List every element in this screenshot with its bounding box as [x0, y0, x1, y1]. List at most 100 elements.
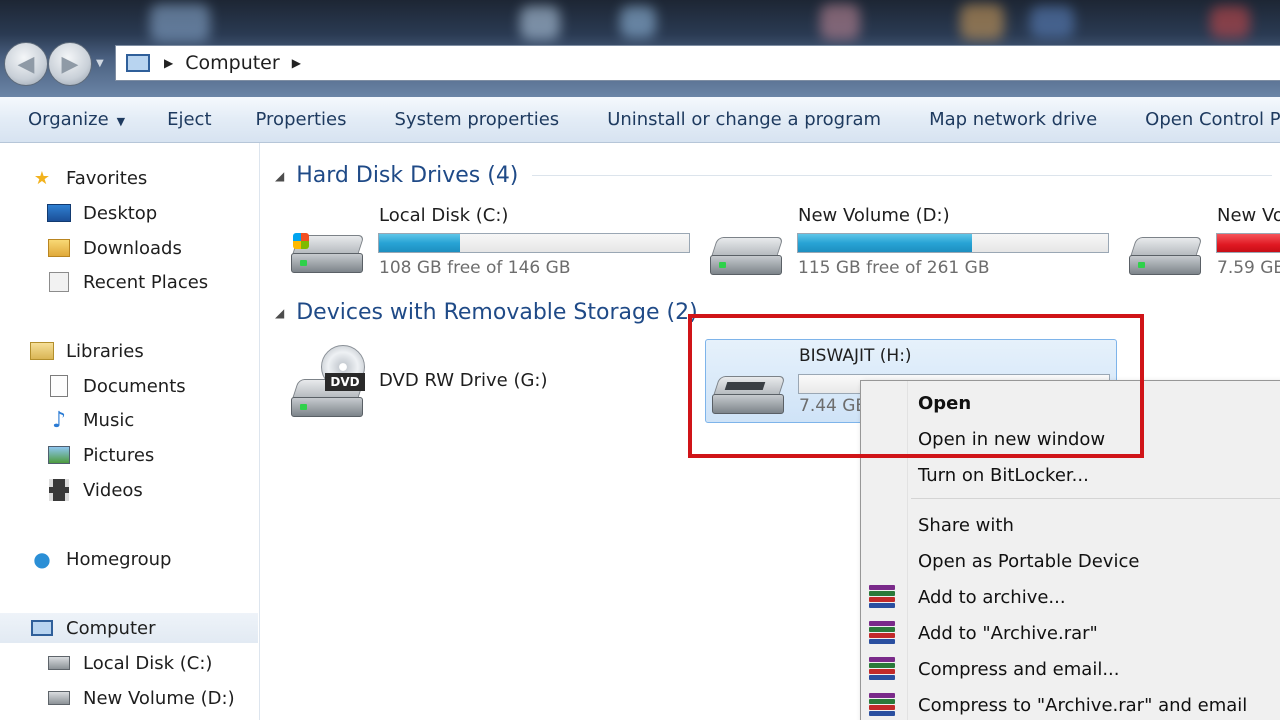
nav-label: Computer	[66, 617, 156, 639]
collapse-triangle-icon[interactable]: ◢	[275, 169, 284, 183]
blurred-taskbar-icon	[820, 4, 860, 40]
organize-button[interactable]: Organize ▼	[0, 109, 125, 130]
nav-recent-places[interactable]: Recent Places	[47, 267, 208, 297]
drive-tile-dvd-g[interactable]: DVD DVD RW Drive (G:)	[291, 343, 611, 423]
navigation-pane: ★ Favorites Desktop Downloads Recent Plac…	[0, 143, 260, 720]
window-titlebar: ◀ ▶ ▼ ▶ Computer ▶	[0, 0, 1280, 97]
nav-homegroup[interactable]: ● Homegroup	[30, 544, 171, 574]
nav-documents[interactable]: Documents	[47, 371, 186, 401]
nav-label: Desktop	[83, 202, 158, 224]
documents-icon	[47, 375, 71, 397]
address-bar[interactable]: ▶ Computer ▶	[115, 45, 1280, 81]
menu-item-add-to-archive[interactable]: Add to archive...	[861, 580, 1280, 614]
menu-item-label: Share with	[918, 514, 1014, 536]
winrar-icon	[869, 693, 895, 717]
nav-libraries[interactable]: Libraries	[30, 336, 144, 366]
menu-item-portable-device[interactable]: Open as Portable Device	[861, 544, 1280, 578]
breadcrumb-computer[interactable]: Computer	[185, 52, 279, 74]
star-icon: ★	[33, 167, 51, 189]
drive-usage-fill	[1217, 234, 1280, 252]
nav-label: Recent Places	[83, 271, 209, 293]
hard-drive-icon	[1129, 231, 1205, 277]
properties-button[interactable]: Properties	[234, 109, 347, 130]
drive-name: DVD RW Drive (G:)	[379, 370, 548, 391]
collapse-triangle-icon[interactable]: ◢	[275, 306, 284, 320]
hard-drive-icon	[47, 687, 71, 709]
open-control-panel-button[interactable]: Open Control Pa	[1119, 109, 1280, 130]
nav-label: Music	[83, 409, 135, 431]
windows-logo-icon	[293, 233, 309, 249]
blurred-taskbar-icon	[1210, 6, 1250, 38]
drive-usage-fill	[379, 234, 460, 252]
forward-button[interactable]: ▶	[48, 42, 92, 86]
libraries-icon	[30, 340, 54, 362]
breadcrumb-arrow-icon[interactable]: ▶	[292, 56, 301, 70]
music-note-icon: ♪	[51, 407, 67, 433]
computer-icon	[126, 54, 150, 72]
drive-free-space: 108 GB free of 146 GB	[379, 258, 571, 278]
menu-item-share-with[interactable]: Share with	[861, 508, 1280, 542]
nav-computer[interactable]: Computer	[0, 613, 258, 643]
nav-desktop[interactable]: Desktop	[47, 198, 157, 228]
group-title: Hard Disk Drives (4)	[296, 163, 519, 188]
highlight-annotation-box	[688, 314, 1144, 458]
nav-downloads[interactable]: Downloads	[47, 233, 182, 263]
menu-item-label: Open as Portable Device	[918, 550, 1140, 572]
nav-label: New Volume (D:)	[83, 687, 235, 709]
menu-item-compress-email[interactable]: Compress and email...	[861, 652, 1280, 686]
drive-usage-fill	[798, 234, 972, 252]
menu-item-compress-rar-email[interactable]: Compress to "Archive.rar" and email	[861, 688, 1280, 720]
pictures-icon	[47, 444, 71, 466]
drive-tile-c[interactable]: Local Disk (C:) 108 GB free of 146 GB	[291, 203, 691, 283]
hard-drive-windows-icon	[291, 229, 367, 275]
drive-name: New Volume (D:)	[798, 205, 950, 226]
uninstall-program-button[interactable]: Uninstall or change a program	[581, 109, 881, 130]
eject-button[interactable]: Eject	[147, 109, 211, 130]
group-header-removable[interactable]: ◢ Devices with Removable Storage (2)	[275, 300, 698, 325]
hard-drive-icon	[710, 231, 786, 277]
nav-new-volume-d[interactable]: New Volume (D:)	[47, 683, 235, 713]
drive-name: Local Disk (C:)	[379, 205, 509, 226]
blurred-taskbar-icon	[520, 6, 560, 40]
drive-usage-bar	[378, 233, 690, 253]
blurred-taskbar-icon	[150, 4, 210, 42]
menu-item-bitlocker[interactable]: Turn on BitLocker...	[861, 458, 1280, 492]
nav-favorites[interactable]: ★ Favorites	[30, 163, 147, 193]
drive-usage-bar	[797, 233, 1109, 253]
command-bar: Organize ▼ Eject Properties System proper…	[0, 97, 1280, 143]
menu-item-label: Turn on BitLocker...	[918, 464, 1089, 486]
drive-tile-e[interactable]: New Vo 7.59 GB	[1129, 203, 1280, 283]
videos-filmstrip-icon	[47, 479, 71, 501]
history-dropdown-icon[interactable]: ▼	[96, 58, 104, 69]
blurred-taskbar-icon	[620, 6, 656, 38]
nav-music[interactable]: ♪ Music	[47, 405, 134, 435]
computer-icon	[30, 617, 54, 639]
nav-label: Documents	[83, 375, 186, 397]
nav-label: Homegroup	[66, 548, 172, 570]
nav-label: Local Disk (C:)	[83, 652, 213, 674]
drive-name: New Vo	[1217, 205, 1280, 226]
drive-free-space: 115 GB free of 261 GB	[798, 258, 990, 278]
map-network-drive-button[interactable]: Map network drive	[903, 109, 1097, 130]
winrar-icon	[869, 585, 895, 609]
nav-label: Downloads	[83, 237, 182, 259]
homegroup-icon: ●	[33, 547, 51, 571]
nav-local-disk-c[interactable]: Local Disk (C:)	[47, 648, 212, 678]
system-properties-button[interactable]: System properties	[368, 109, 559, 130]
nav-label: Videos	[83, 479, 143, 501]
nav-label: Pictures	[83, 444, 155, 466]
blurred-taskbar-icon	[1030, 6, 1074, 38]
back-button[interactable]: ◀	[4, 42, 48, 86]
group-title: Devices with Removable Storage (2)	[296, 300, 698, 325]
nav-label: Favorites	[66, 167, 148, 189]
back-arrow-icon: ◀	[17, 51, 35, 77]
menu-item-add-to-rar[interactable]: Add to "Archive.rar"	[861, 616, 1280, 650]
organize-label: Organize	[28, 109, 109, 130]
nav-videos[interactable]: Videos	[47, 475, 143, 505]
nav-pictures[interactable]: Pictures	[47, 440, 154, 470]
winrar-icon	[869, 621, 895, 645]
group-header-hard-disk[interactable]: ◢ Hard Disk Drives (4)	[275, 163, 1273, 188]
drive-tile-d[interactable]: New Volume (D:) 115 GB free of 261 GB	[710, 203, 1110, 283]
menu-item-label: Compress and email...	[918, 658, 1120, 680]
breadcrumb-arrow-icon[interactable]: ▶	[164, 56, 173, 70]
